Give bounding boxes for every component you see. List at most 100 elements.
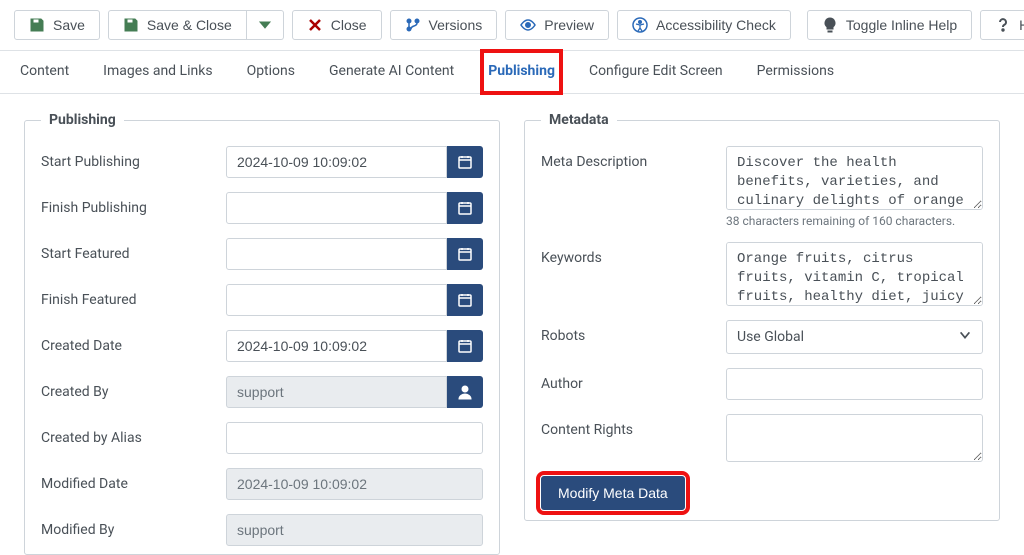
input-created-by: [226, 376, 447, 408]
tab-configure-edit[interactable]: Configure Edit Screen: [583, 51, 729, 93]
input-modified-by: [226, 514, 483, 546]
save-close-group: Save & Close: [108, 10, 284, 40]
label-meta-description: Meta Description: [541, 146, 726, 170]
calendar-button[interactable]: [447, 146, 483, 178]
save-button[interactable]: Save: [14, 10, 100, 40]
label-start-publishing: Start Publishing: [41, 146, 226, 170]
row-created-date: Created Date: [41, 330, 483, 362]
input-finish-publishing[interactable]: [226, 192, 447, 224]
calendar-button[interactable]: [447, 330, 483, 362]
chevron-down-icon: [958, 328, 972, 346]
calendar-button[interactable]: [447, 238, 483, 270]
select-robots-value: Use Global: [737, 329, 804, 345]
row-meta-description: Meta Description Discover the health ben…: [541, 146, 983, 210]
calendar-button[interactable]: [447, 284, 483, 316]
main: Publishing Start Publishing Finish Publi…: [0, 94, 1024, 555]
row-finish-featured: Finish Featured: [41, 284, 483, 316]
tab-publishing[interactable]: Publishing: [482, 51, 561, 93]
label-finish-featured: Finish Featured: [41, 284, 226, 308]
row-modified-date: Modified Date: [41, 468, 483, 500]
label-start-featured: Start Featured: [41, 238, 226, 262]
calendar-icon: [457, 154, 473, 170]
lightbulb-icon: [822, 17, 838, 33]
versions-label: Versions: [429, 17, 483, 33]
toolbar: Save Save & Close Close Versions Preview: [0, 0, 1024, 51]
input-author[interactable]: [726, 368, 983, 400]
row-author: Author: [541, 368, 983, 400]
publishing-legend: Publishing: [41, 112, 124, 128]
meta-description-hint: 38 characters remaining of 160 character…: [726, 214, 983, 228]
input-modified-date: [226, 468, 483, 500]
eye-icon: [520, 17, 536, 33]
label-created-date: Created Date: [41, 330, 226, 354]
input-created-by-alias[interactable]: [226, 422, 483, 454]
label-modified-date: Modified Date: [41, 468, 226, 492]
select-robots[interactable]: Use Global: [726, 320, 983, 354]
save-icon: [123, 17, 139, 33]
calendar-button[interactable]: [447, 192, 483, 224]
accessibility-button[interactable]: Accessibility Check: [617, 10, 791, 40]
close-icon: [307, 17, 323, 33]
calendar-icon: [457, 246, 473, 262]
publishing-column: Publishing Start Publishing Finish Publi…: [24, 112, 500, 555]
label-created-by: Created By: [41, 376, 226, 400]
question-icon: [995, 17, 1011, 33]
tab-content[interactable]: Content: [14, 51, 75, 93]
label-created-by-alias: Created by Alias: [41, 422, 226, 446]
accessibility-icon: [632, 17, 648, 33]
close-button[interactable]: Close: [292, 10, 382, 40]
save-icon: [29, 17, 45, 33]
row-robots: Robots Use Global: [541, 320, 983, 354]
input-finish-featured[interactable]: [226, 284, 447, 316]
tab-options[interactable]: Options: [241, 51, 301, 93]
modify-metadata-button[interactable]: Modify Meta Data: [541, 476, 685, 510]
row-created-by-alias: Created by Alias: [41, 422, 483, 454]
label-modified-by: Modified By: [41, 514, 226, 538]
metadata-actions: Modify Meta Data: [541, 476, 983, 510]
row-created-by: Created By: [41, 376, 483, 408]
label-content-rights: Content Rights: [541, 414, 726, 438]
input-start-publishing[interactable]: [226, 146, 447, 178]
preview-button[interactable]: Preview: [505, 10, 609, 40]
row-modified-by: Modified By: [41, 514, 483, 546]
row-start-publishing: Start Publishing: [41, 146, 483, 178]
label-author: Author: [541, 368, 726, 392]
metadata-legend: Metadata: [541, 112, 617, 128]
save-close-button[interactable]: Save & Close: [108, 10, 247, 40]
close-label: Close: [331, 17, 367, 33]
accessibility-label: Accessibility Check: [656, 17, 776, 33]
help-button[interactable]: Help: [980, 10, 1024, 40]
label-keywords: Keywords: [541, 242, 726, 266]
calendar-icon: [457, 338, 473, 354]
row-finish-publishing: Finish Publishing: [41, 192, 483, 224]
calendar-icon: [457, 200, 473, 216]
tab-generate-ai[interactable]: Generate AI Content: [323, 51, 460, 93]
row-start-featured: Start Featured: [41, 238, 483, 270]
versions-button[interactable]: Versions: [390, 10, 498, 40]
label-robots: Robots: [541, 320, 726, 344]
tabs: Content Images and Links Options Generat…: [0, 51, 1024, 94]
user-icon: [457, 384, 473, 400]
save-close-dropdown[interactable]: [247, 10, 284, 40]
help-label: Help: [1019, 17, 1024, 33]
save-close-label: Save & Close: [147, 17, 232, 33]
tab-permissions[interactable]: Permissions: [751, 51, 840, 93]
textarea-meta-description[interactable]: Discover the health benefits, varieties,…: [726, 146, 983, 210]
publishing-fieldset: Publishing Start Publishing Finish Publi…: [24, 112, 500, 555]
label-finish-publishing: Finish Publishing: [41, 192, 226, 216]
calendar-icon: [457, 292, 473, 308]
row-keywords: Keywords Orange fruits, citrus fruits, v…: [541, 242, 983, 306]
toggle-help-label: Toggle Inline Help: [846, 17, 957, 33]
preview-label: Preview: [544, 17, 594, 33]
tab-images-links[interactable]: Images and Links: [97, 51, 218, 93]
input-created-date[interactable]: [226, 330, 447, 362]
textarea-content-rights[interactable]: [726, 414, 983, 462]
user-picker-button[interactable]: [447, 376, 483, 408]
input-start-featured[interactable]: [226, 238, 447, 270]
textarea-keywords[interactable]: Orange fruits, citrus fruits, vitamin C,…: [726, 242, 983, 306]
metadata-fieldset: Metadata Meta Description Discover the h…: [524, 112, 1000, 521]
branch-icon: [405, 17, 421, 33]
metadata-column: Metadata Meta Description Discover the h…: [524, 112, 1000, 555]
toggle-help-button[interactable]: Toggle Inline Help: [807, 10, 972, 40]
row-content-rights: Content Rights: [541, 414, 983, 462]
